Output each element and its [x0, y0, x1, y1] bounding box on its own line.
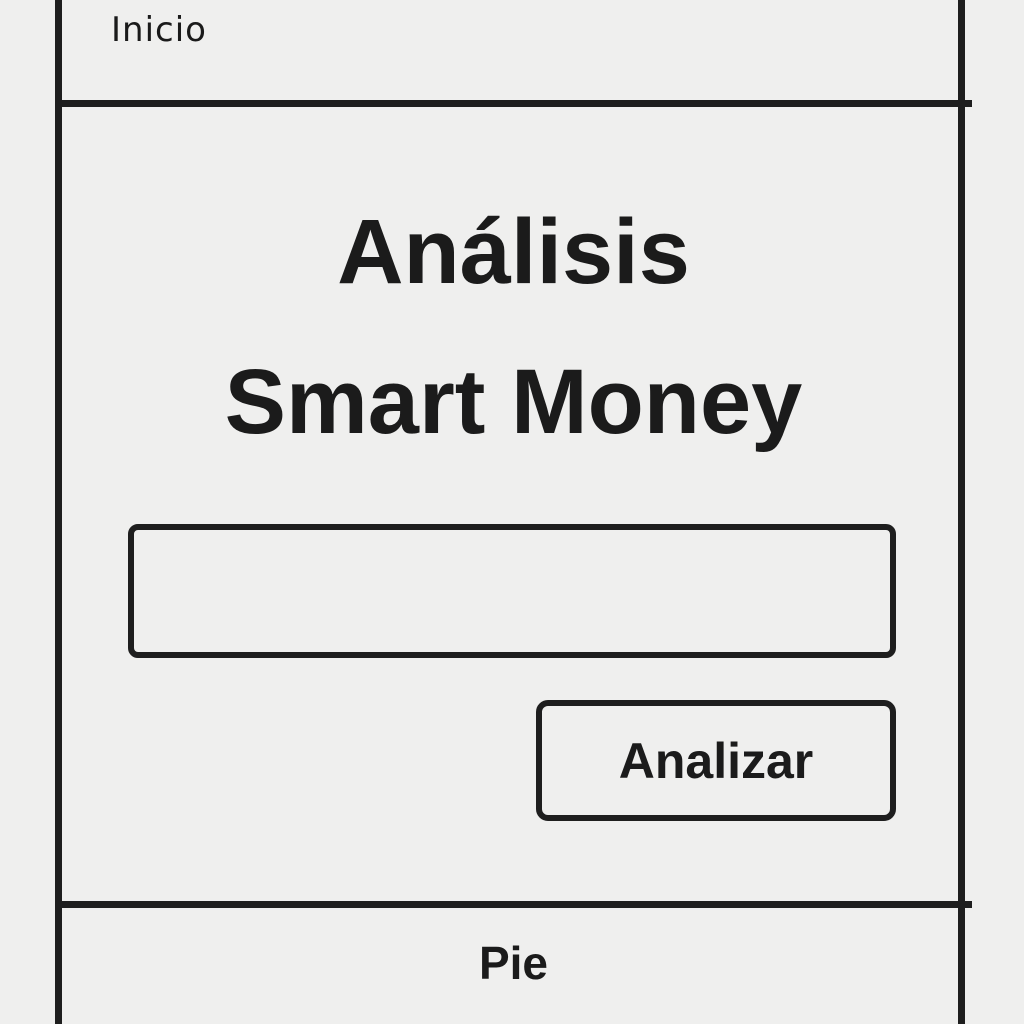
analyze-button[interactable]: Analizar — [536, 700, 896, 821]
page-title: Análisis Smart Money — [62, 177, 965, 477]
page-title-line-2: Smart Money — [224, 351, 803, 453]
footer: Pie — [55, 901, 972, 1024]
header: Inicio — [55, 0, 972, 107]
home-link[interactable]: Inicio — [111, 10, 207, 50]
main-content: Análisis Smart Money Analizar — [62, 107, 965, 902]
footer-text: Pie — [478, 937, 549, 989]
analysis-input[interactable] — [128, 524, 896, 658]
page-title-line-1: Análisis — [337, 201, 690, 303]
